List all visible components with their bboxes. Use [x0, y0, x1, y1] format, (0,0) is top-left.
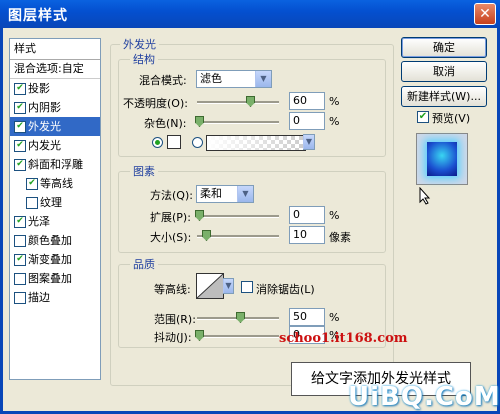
chevron-down-icon: ▼	[237, 186, 253, 202]
structure-title: 结构	[130, 51, 158, 67]
preview-label[interactable]: 预览(V)	[432, 110, 470, 126]
style-item[interactable]: ✔ 投影	[10, 79, 100, 98]
style-item[interactable]: ✔ 斜面和浮雕	[10, 155, 100, 174]
style-item[interactable]: 描边	[10, 288, 100, 307]
style-item-checkbox[interactable]	[14, 292, 26, 304]
contour-picker[interactable]	[196, 273, 224, 299]
window-title: 图层样式	[8, 8, 68, 24]
size-label: 大小(S):	[150, 231, 192, 244]
style-item-checkbox[interactable]: ✔	[14, 121, 26, 133]
style-item[interactable]: ✔ 光泽	[10, 212, 100, 231]
contour-dropdown[interactable]: ▼	[223, 278, 234, 294]
opacity-slider-track[interactable]	[197, 101, 279, 104]
contour-label: 等高线:	[154, 283, 191, 296]
cancel-button[interactable]: 取消	[401, 61, 487, 82]
style-item[interactable]: ✔ 内阴影	[10, 98, 100, 117]
noise-field[interactable]: 0	[289, 112, 325, 130]
elements-title: 图素	[130, 163, 158, 179]
style-item-label: 描边	[28, 291, 50, 304]
preview-glow-swatch	[427, 142, 457, 176]
style-item-label: 渐变叠加	[28, 253, 72, 266]
style-item[interactable]: ✔ 渐变叠加	[10, 250, 100, 269]
range-unit: %	[329, 311, 340, 324]
range-field[interactable]: 50	[289, 308, 325, 326]
style-item[interactable]: 纹理	[10, 193, 100, 212]
style-item-label: 等高线	[40, 177, 73, 190]
blend-mode-select[interactable]: 滤色 ▼	[196, 70, 272, 88]
spread-label: 扩展(P):	[150, 211, 191, 224]
style-item[interactable]: ✔ 内发光	[10, 136, 100, 155]
blend-options-item[interactable]: 混合选项:自定	[10, 60, 100, 79]
style-item-checkbox[interactable]	[14, 273, 26, 285]
ok-button[interactable]: 确定	[401, 37, 487, 58]
style-item-label: 颜色叠加	[28, 234, 72, 247]
quality-title: 品质	[130, 256, 158, 272]
contour-curve-icon	[196, 273, 224, 299]
chevron-down-icon: ▼	[255, 71, 271, 87]
styles-list: 样式 混合选项:自定 ✔ 投影 ✔ 内阴影 ✔ 外发光 ✔ 内发光 ✔ 斜面和浮雕 ✔ 等高线 纹理 ✔ 光…	[9, 38, 101, 380]
gradient-radio[interactable]	[192, 137, 203, 148]
jitter-slider-track[interactable]	[197, 335, 279, 338]
style-item[interactable]: ✔ 等高线	[10, 174, 100, 193]
style-item-label: 斜面和浮雕	[28, 158, 83, 171]
opacity-label: 不透明度(O):	[123, 97, 188, 110]
style-item[interactable]: 图案叠加	[10, 269, 100, 288]
size-field[interactable]: 10	[289, 226, 325, 244]
close-button[interactable]: ✕	[474, 3, 496, 25]
spread-field[interactable]: 0	[289, 206, 325, 224]
styles-header[interactable]: 样式	[10, 39, 100, 60]
style-item-checkbox[interactable]: ✔	[14, 254, 26, 266]
spread-unit: %	[329, 209, 340, 222]
style-item[interactable]: 颜色叠加	[10, 231, 100, 250]
opacity-field[interactable]: 60	[289, 92, 325, 110]
glow-gradient-picker[interactable]	[206, 135, 306, 151]
style-item-label: 投影	[28, 82, 50, 95]
style-item-checkbox[interactable]: ✔	[14, 102, 26, 114]
noise-unit: %	[329, 115, 340, 128]
style-item-label: 内阴影	[28, 101, 61, 114]
jitter-label: 抖动(J):	[154, 331, 192, 344]
style-item-checkbox[interactable]: ✔	[14, 83, 26, 95]
range-label: 范围(R):	[154, 313, 196, 326]
style-item-label: 图案叠加	[28, 272, 72, 285]
glow-color-swatch[interactable]	[167, 135, 181, 149]
site-logo: UiBQ.CoM	[348, 382, 500, 412]
antialias-checkbox[interactable]	[241, 281, 253, 293]
mouse-pointer-icon	[419, 187, 431, 205]
blend-mode-value: 滤色	[200, 72, 222, 85]
method-label: 方法(Q):	[150, 189, 193, 202]
blend-mode-label: 混合模式:	[139, 74, 187, 87]
title-bar: 图层样式 ✕	[0, 0, 500, 28]
style-item-label: 纹理	[40, 196, 62, 209]
preview-checkbox[interactable]: ✔	[417, 111, 429, 123]
antialias-label[interactable]: 消除锯齿(L)	[256, 281, 315, 297]
spread-slider-track[interactable]	[197, 215, 279, 218]
style-item-checkbox[interactable]: ✔	[14, 159, 26, 171]
size-unit: 像素	[329, 231, 351, 244]
style-item-label: 内发光	[28, 139, 61, 152]
chevron-down-icon: ▼	[303, 135, 314, 149]
style-item-checkbox[interactable]: ✔	[26, 178, 38, 190]
style-item-checkbox[interactable]	[14, 235, 26, 247]
style-item-label: 光泽	[28, 215, 50, 228]
gradient-dropdown[interactable]: ▼	[303, 134, 315, 150]
chevron-down-icon: ▼	[223, 279, 233, 293]
method-value: 柔和	[200, 187, 222, 200]
method-select[interactable]: 柔和 ▼	[196, 185, 254, 203]
outer-glow-title: 外发光	[120, 36, 159, 52]
style-item[interactable]: ✔ 外发光	[10, 117, 100, 136]
style-item-label: 外发光	[28, 120, 61, 133]
noise-slider-track[interactable]	[197, 121, 279, 124]
noise-label: 杂色(N):	[144, 117, 187, 130]
style-item-checkbox[interactable]: ✔	[14, 140, 26, 152]
watermark-text: schoo1.it168.com	[279, 331, 408, 346]
opacity-unit: %	[329, 95, 340, 108]
style-preview-thumbnail	[416, 133, 468, 185]
new-style-button[interactable]: 新建样式(W)...	[401, 86, 487, 107]
style-item-checkbox[interactable]	[26, 197, 38, 209]
style-item-checkbox[interactable]: ✔	[14, 216, 26, 228]
solid-color-radio[interactable]	[152, 137, 163, 148]
